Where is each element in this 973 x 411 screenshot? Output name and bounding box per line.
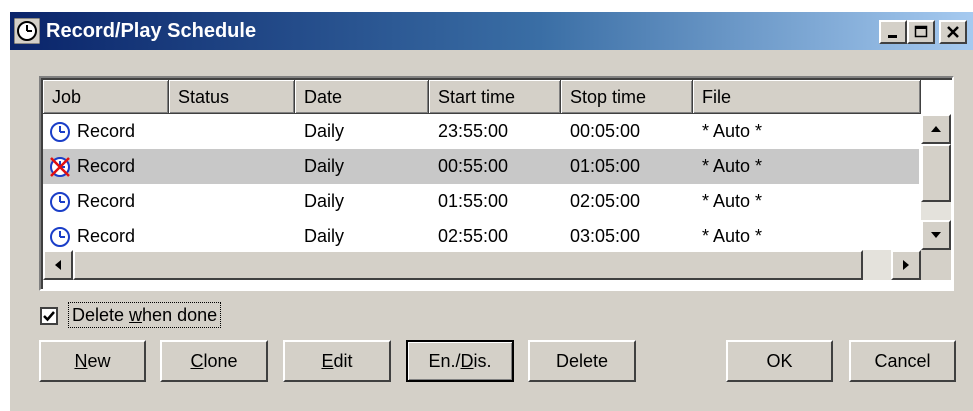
vertical-scrollbar[interactable] — [921, 114, 951, 250]
cell-start-time: 23:55:00 — [438, 121, 509, 141]
clock-icon — [50, 122, 70, 142]
schedule-window: Record/Play Schedule Job Status Date Sta… — [10, 12, 973, 411]
list-rows: Record Daily 23:55:00 00:05:00 * Auto * — [43, 114, 919, 254]
table-row[interactable]: Record Daily 23:55:00 00:05:00 * Auto * — [43, 114, 919, 149]
cell-start-time: 02:55:00 — [438, 226, 509, 246]
delete-when-done-checkbox[interactable] — [40, 307, 58, 325]
table-row[interactable]: Record Daily 00:55:00 01:05:00 * Auto * — [43, 149, 919, 184]
scroll-down-button[interactable] — [921, 220, 951, 250]
cell-file: * Auto * — [702, 121, 763, 141]
scroll-right-button[interactable] — [891, 250, 921, 280]
cell-date: Daily — [304, 226, 345, 246]
horizontal-scrollbar[interactable] — [43, 250, 921, 280]
ok-button[interactable]: OK — [726, 340, 833, 382]
cell-date: Daily — [304, 156, 345, 176]
column-header-job[interactable]: Job — [43, 80, 169, 114]
title-bar[interactable]: Record/Play Schedule — [10, 12, 973, 50]
list-header: Job Status Date Start time Stop time Fil… — [43, 80, 952, 114]
minimize-icon — [888, 35, 897, 38]
arrow-right-icon — [903, 260, 909, 270]
cell-job: Record — [77, 226, 136, 246]
clone-button[interactable]: Clone — [160, 340, 268, 382]
close-button[interactable] — [939, 20, 967, 44]
column-header-date[interactable]: Date — [295, 80, 429, 114]
cell-stop-time: 00:05:00 — [570, 121, 641, 141]
scrollbar-corner — [921, 250, 951, 280]
column-header-status[interactable]: Status — [169, 80, 295, 114]
table-row[interactable]: Record Daily 01:55:00 02:05:00 * Auto * — [43, 184, 919, 219]
cell-start-time: 00:55:00 — [438, 156, 509, 176]
cell-job: Record — [77, 191, 136, 211]
delete-button[interactable]: Delete — [528, 340, 636, 382]
cell-start-time: 01:55:00 — [438, 191, 509, 211]
checkmark-icon — [43, 311, 55, 322]
cell-date: Daily — [304, 191, 345, 211]
column-header-start-time[interactable]: Start time — [429, 80, 561, 114]
disabled-clock-icon — [50, 157, 70, 177]
cell-date: Daily — [304, 121, 345, 141]
scroll-up-button[interactable] — [921, 114, 951, 144]
column-header-file[interactable]: File — [693, 80, 921, 114]
cell-job: Record — [77, 156, 136, 176]
close-icon — [947, 26, 959, 38]
maximize-button[interactable] — [907, 20, 935, 44]
clock-icon — [50, 227, 70, 247]
minimize-button[interactable] — [879, 20, 907, 44]
arrow-left-icon — [55, 260, 61, 270]
maximize-icon — [914, 25, 928, 38]
vertical-scroll-thumb[interactable] — [921, 144, 951, 202]
edit-button[interactable]: Edit — [283, 340, 391, 382]
cell-stop-time: 02:05:00 — [570, 191, 641, 211]
horizontal-scroll-thumb[interactable] — [73, 250, 863, 280]
scroll-left-button[interactable] — [43, 250, 73, 280]
window-title: Record/Play Schedule — [46, 20, 257, 42]
enable-disable-button[interactable]: En./Dis. — [406, 340, 514, 382]
new-button[interactable]: New — [39, 340, 146, 382]
cell-job: Record — [77, 121, 136, 141]
cancel-button[interactable]: Cancel — [849, 340, 956, 382]
schedule-list[interactable]: Job Status Date Start time Stop time Fil… — [39, 76, 954, 291]
cell-file: * Auto * — [702, 191, 763, 211]
delete-when-done-label[interactable]: Delete when done — [68, 302, 222, 328]
arrow-up-icon — [931, 126, 941, 132]
cell-stop-time: 03:05:00 — [570, 226, 641, 246]
cell-file: * Auto * — [702, 226, 763, 246]
table-row[interactable]: Record Daily 02:55:00 03:05:00 * Auto * — [43, 219, 919, 254]
clock-icon — [50, 192, 70, 212]
column-header-stop-time[interactable]: Stop time — [561, 80, 693, 114]
arrow-down-icon — [931, 232, 941, 238]
clock-app-icon — [14, 18, 40, 44]
cell-stop-time: 01:05:00 — [570, 156, 641, 176]
cell-file: * Auto * — [702, 156, 763, 176]
